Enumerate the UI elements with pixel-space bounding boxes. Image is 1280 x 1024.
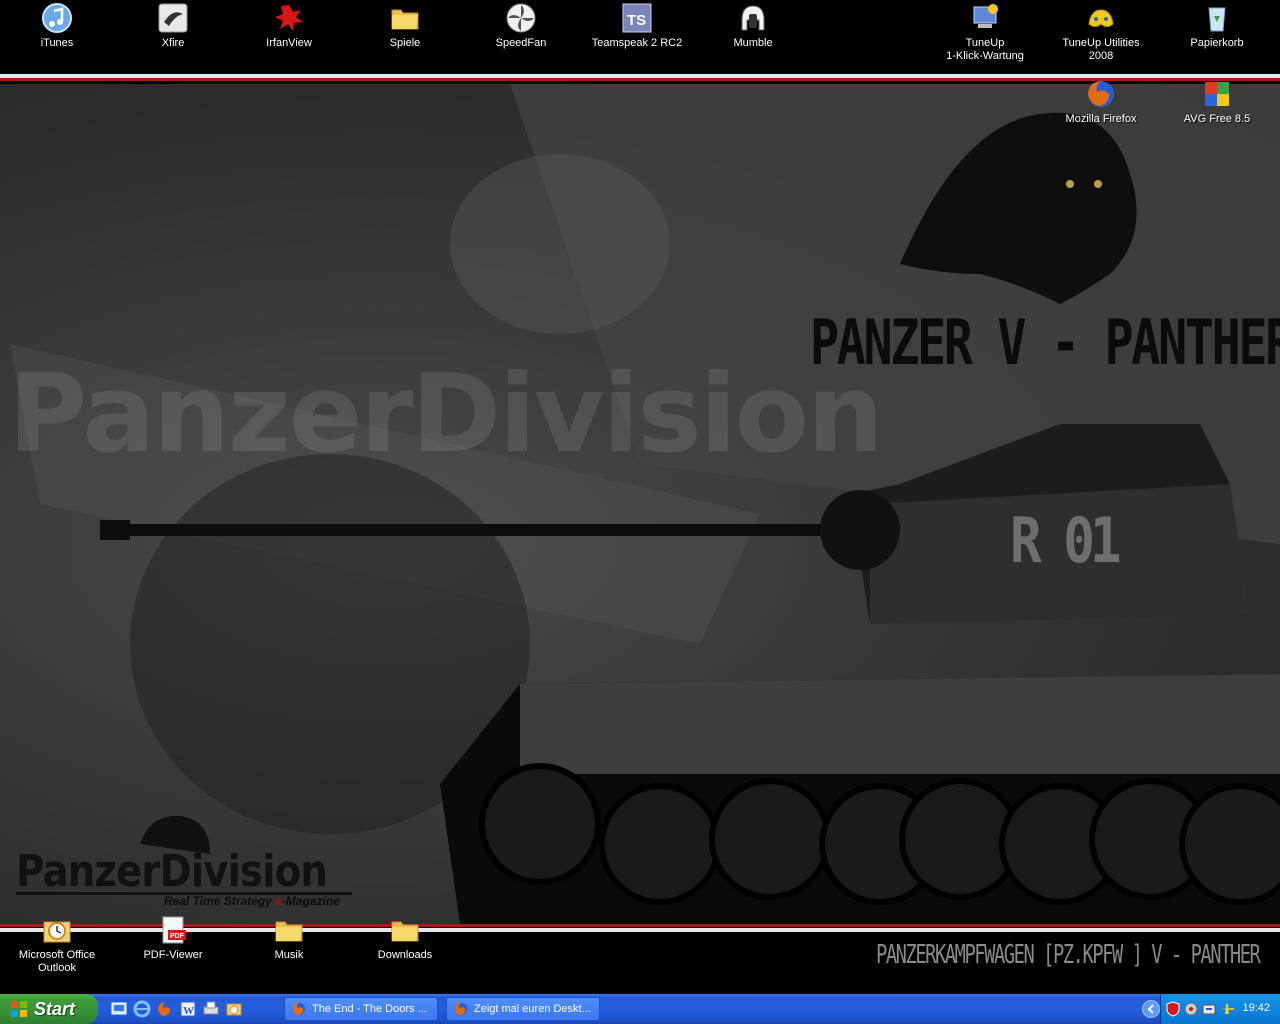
desktop-icon-firefox[interactable]: Mozilla Firefox <box>1051 78 1151 126</box>
wallpaper-title: PANZER V - PANTHER <box>810 306 1280 379</box>
wallpaper-artwork: PanzerDivision PANZER V - PANTHER R 01 <box>0 84 1280 924</box>
outlook-icon <box>43 921 71 943</box>
folder-icon <box>391 921 419 942</box>
xfire-icon <box>158 3 188 33</box>
svg-text:TS: TS <box>627 12 646 29</box>
taskbar-button-label: The End - The Doors ... <box>312 1003 427 1015</box>
airplane-icon[interactable] <box>1219 1001 1235 1017</box>
desktop-icon-itunes[interactable]: iTunes <box>7 2 107 50</box>
desktop-icon-musik[interactable]: Musik <box>239 914 339 962</box>
firefox-icon[interactable] <box>156 1000 174 1018</box>
desktop-icon-pdf-viewer[interactable]: PDF PDF-Viewer <box>123 914 223 962</box>
desktop-icon-mumble[interactable]: Mumble <box>703 2 803 50</box>
fan-icon <box>506 3 536 33</box>
logo-subtitle-text: Real Time Strategy <box>164 894 276 908</box>
desktop-icon-label: iTunes <box>40 37 74 49</box>
desktop-icon-label: Xfire <box>161 37 185 49</box>
show-hidden-icons-button[interactable] <box>1142 1000 1160 1018</box>
avg-icon <box>1205 82 1229 106</box>
tuneup-computer-icon <box>973 4 998 28</box>
wallpaper-caption: PANZERKAMPFWAGEN [PZ.KPFW ] V - PANTHER <box>876 940 1261 970</box>
desktop-icon-label: Downloads <box>377 949 433 961</box>
desktop-icon-label: IrfanView <box>266 37 312 49</box>
desktop-icon-xfire[interactable]: Xfire <box>123 2 223 50</box>
desktop-icon-label: Papierkorb <box>1190 37 1244 49</box>
tuneup-icon <box>1088 9 1114 27</box>
recycle-bin-icon <box>1208 7 1226 32</box>
word-icon[interactable]: W <box>179 1000 197 1018</box>
folder-icon <box>275 921 303 942</box>
desktop-icon-label: TuneUp Utilities 2008 <box>1062 37 1140 62</box>
desktop-icon-label: Musik <box>274 949 304 961</box>
printer-icon[interactable] <box>202 1000 220 1018</box>
irfanview-icon <box>275 5 303 31</box>
start-button[interactable]: Start <box>0 994 98 1024</box>
desktop-icon-label: Mozilla Firefox <box>1065 113 1137 125</box>
firefox-icon <box>1088 81 1114 107</box>
logo-subtitle-e: e <box>275 894 282 908</box>
desktop-icon-papierkorb[interactable]: Papierkorb <box>1167 2 1267 50</box>
desktop-icon-label: Teamspeak 2 RC2 <box>591 37 683 49</box>
start-label: Start <box>34 998 76 1019</box>
desktop-icon-label: PDF-Viewer <box>143 949 203 961</box>
desktop-icon-spiele[interactable]: Spiele <box>355 2 455 50</box>
speedfan-tray-icon[interactable] <box>1201 1001 1217 1017</box>
firefox-icon <box>292 1002 306 1016</box>
taskbar-button-firefox-desktop[interactable]: Zeigt mal euren Deskt... <box>446 997 600 1021</box>
desktop-icon-tuneup-1-klick[interactable]: TuneUp 1-Klick-Wartung <box>935 2 1035 63</box>
clock[interactable]: 19:42 <box>1242 1002 1270 1014</box>
mumble-icon <box>741 5 765 31</box>
desktop-icon-label: SpeedFan <box>495 37 547 49</box>
logo-subtitle-text: -Magazine <box>281 894 340 908</box>
pdf-icon: PDF <box>162 916 186 944</box>
desktop-icon-teamspeak[interactable]: TS Teamspeak 2 RC2 <box>587 2 687 50</box>
network-icon[interactable] <box>1183 1001 1199 1017</box>
svg-text:PDF: PDF <box>170 933 185 940</box>
desktop-icon-tuneup-utilities[interactable]: TuneUp Utilities 2008 <box>1051 2 1151 63</box>
desktop-icon-speedfan[interactable]: SpeedFan <box>471 2 571 50</box>
folder-icon <box>391 9 419 30</box>
svg-text:W: W <box>183 1005 194 1017</box>
turret-marking: R 01 <box>1010 504 1122 577</box>
security-shield-icon[interactable] <box>1165 1001 1181 1017</box>
desktop-icon-label: Mumble <box>733 37 773 49</box>
desktop-icon-label: AVG Free 8.5 <box>1183 113 1251 125</box>
taskbar-button-label: Zeigt mal euren Deskt... <box>474 1003 591 1015</box>
show-desktop-icon[interactable] <box>110 1000 128 1018</box>
logo-subtitle: Real Time Strategy e-Magazine <box>164 894 340 908</box>
desktop-icon-irfanview[interactable]: IrfanView <box>239 2 339 50</box>
desktop-icon-avg[interactable]: AVG Free 8.5 <box>1167 78 1267 126</box>
desktop-icon-label: TuneUp 1-Klick-Wartung <box>946 37 1024 62</box>
desktop-wallpaper: PanzerDivision PANZER V - PANTHER R 01 P… <box>0 0 1280 994</box>
taskbar: Start W The End - The Doors ... Zeigt ma… <box>0 994 1280 1024</box>
wallpaper-watermark: PanzerDivision <box>8 352 884 477</box>
chevron-left-icon <box>1147 1004 1154 1014</box>
system-tray: 19:42 <box>1160 994 1280 1024</box>
itunes-icon <box>42 3 72 33</box>
desktop-icon-label: Spiele <box>389 37 421 49</box>
internet-explorer-icon[interactable] <box>133 1000 151 1018</box>
desktop-icon-label: Microsoft Office Outlook <box>18 949 96 974</box>
outlook-icon[interactable] <box>225 1000 243 1018</box>
desktop-icon-downloads[interactable]: Downloads <box>355 914 455 962</box>
panzerdivision-logo: PanzerDivision <box>16 846 328 897</box>
teamspeak-icon: TS <box>622 3 652 33</box>
windows-logo-icon <box>11 1001 27 1017</box>
firefox-icon <box>454 1002 468 1016</box>
desktop-icon-outlook[interactable]: Microsoft Office Outlook <box>7 914 107 975</box>
taskbar-button-firefox-doors[interactable]: The End - The Doors ... <box>284 997 438 1021</box>
